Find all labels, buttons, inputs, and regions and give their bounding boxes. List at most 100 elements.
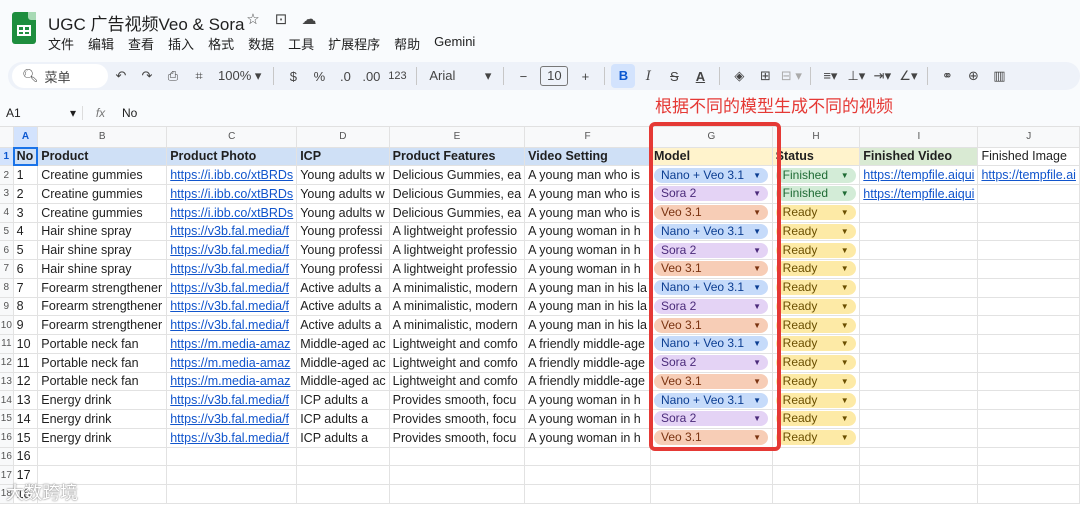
table-cell[interactable]: A young man in his la	[524, 278, 651, 298]
table-cell[interactable]: A lightweight professio	[389, 222, 526, 242]
table-cell[interactable]: Middle-aged ac	[296, 334, 390, 354]
table-cell[interactable]	[296, 484, 390, 504]
table-cell[interactable]: Young professi	[296, 240, 390, 260]
table-cell[interactable]	[772, 447, 861, 467]
text-wrapping-icon[interactable]: ⇥▾	[869, 68, 895, 84]
header-cell[interactable]: Finished Image	[977, 147, 1080, 167]
row-header[interactable]: 3	[0, 184, 14, 204]
model-cell[interactable]: Veo 3.1 ▼	[650, 372, 773, 392]
model-dropdown-chip[interactable]: Sora 2 ▼	[654, 242, 768, 258]
column-header-f[interactable]: F	[524, 127, 651, 148]
table-cell[interactable]	[977, 278, 1080, 298]
table-cell[interactable]	[977, 372, 1080, 392]
strikethrough-button[interactable]: S	[661, 69, 687, 84]
table-cell[interactable]: https://m.media-amaz	[166, 372, 298, 392]
table-cell[interactable]	[859, 203, 979, 223]
model-dropdown-chip[interactable]: Sora 2 ▼	[654, 298, 768, 314]
table-cell[interactable]: A young woman in h	[524, 409, 651, 429]
table-cell[interactable]	[296, 447, 390, 467]
status-cell[interactable]: Ready ▼	[772, 372, 861, 392]
table-cell[interactable]	[524, 465, 651, 485]
status-cell[interactable]: Ready ▼	[772, 315, 861, 335]
column-header-i[interactable]: I	[859, 127, 979, 148]
table-cell[interactable]	[977, 222, 1080, 242]
merge-cells-icon[interactable]: ⊟ ▾	[778, 68, 804, 84]
table-cell[interactable]: Lightweight and comfo	[389, 353, 526, 373]
row-header[interactable]: 9	[0, 297, 14, 317]
table-cell[interactable]: https://tempfile.ai	[977, 165, 1080, 185]
status-dropdown-chip[interactable]: Ready ▼	[775, 411, 856, 427]
model-dropdown-chip[interactable]: Sora 2 ▼	[654, 186, 768, 202]
row-header[interactable]: 2	[0, 165, 14, 185]
column-header-g[interactable]: G	[650, 127, 773, 148]
table-cell[interactable]: A young woman in h	[524, 259, 651, 279]
status-cell[interactable]: Finished ▼	[772, 184, 861, 204]
table-cell[interactable]: A young man in his la	[524, 297, 651, 317]
table-cell[interactable]: Middle-aged ac	[296, 353, 390, 373]
table-cell[interactable]: ICP adults a	[296, 390, 390, 410]
menu-item[interactable]: Gemini	[434, 34, 482, 53]
row-header[interactable]: 12	[0, 353, 14, 373]
table-cell[interactable]: ICP adults a	[296, 428, 390, 448]
status-dropdown-chip[interactable]: Ready ▼	[775, 430, 856, 446]
table-cell[interactable]	[389, 484, 526, 504]
move-folder-icon[interactable]: ⊡	[272, 10, 290, 28]
table-cell[interactable]: 4	[13, 222, 39, 242]
table-cell[interactable]: Hair shine spray	[37, 259, 168, 279]
horizontal-align-icon[interactable]: ≡▾	[817, 68, 843, 84]
table-cell[interactable]	[977, 353, 1080, 373]
model-cell[interactable]: Nano + Veo 3.1 ▼	[650, 222, 773, 242]
table-cell[interactable]: 14	[13, 409, 39, 429]
model-cell[interactable]: Nano + Veo 3.1 ▼	[650, 165, 773, 185]
table-cell[interactable]: https://i.ibb.co/xtBRDs	[166, 203, 298, 223]
table-cell[interactable]	[859, 297, 979, 317]
model-cell[interactable]: Sora 2 ▼	[650, 240, 773, 260]
status-dropdown-chip[interactable]: Ready ▼	[775, 373, 856, 389]
menu-item[interactable]: 编辑	[88, 34, 121, 53]
table-cell[interactable]: 12	[13, 372, 39, 392]
table-cell[interactable]: Middle-aged ac	[296, 372, 390, 392]
undo-icon[interactable]: ↶	[108, 68, 134, 84]
column-header-j[interactable]: J	[977, 127, 1080, 148]
table-cell[interactable]: Hair shine spray	[37, 222, 168, 242]
table-cell[interactable]	[166, 465, 298, 485]
text-rotation-icon[interactable]: ∠▾	[895, 68, 921, 84]
table-cell[interactable]: https://i.ibb.co/xtBRDs	[166, 165, 298, 185]
table-cell[interactable]: https://i.ibb.co/xtBRDs	[166, 184, 298, 204]
sheets-logo-icon[interactable]	[12, 12, 36, 44]
table-cell[interactable]	[977, 465, 1080, 485]
table-cell[interactable]: https://m.media-amaz	[166, 353, 298, 373]
table-cell[interactable]: Young adults w	[296, 184, 390, 204]
table-cell[interactable]	[859, 259, 979, 279]
table-cell[interactable]: https://v3b.fal.media/f	[166, 315, 298, 335]
name-box[interactable]: A1 ▾	[0, 106, 82, 120]
table-cell[interactable]	[859, 447, 979, 467]
model-cell[interactable]: Sora 2 ▼	[650, 409, 773, 429]
status-cell[interactable]: Ready ▼	[772, 240, 861, 260]
table-cell[interactable]: 9	[13, 315, 39, 335]
table-cell[interactable]	[859, 353, 979, 373]
table-cell[interactable]: Portable neck fan	[37, 353, 168, 373]
increase-font-size-icon[interactable]: +	[572, 69, 598, 84]
status-dropdown-chip[interactable]: Finished ▼	[775, 167, 856, 183]
row-header[interactable]: 4	[0, 203, 14, 223]
table-cell[interactable]	[859, 390, 979, 410]
status-dropdown-chip[interactable]: Ready ▼	[775, 242, 856, 258]
table-cell[interactable]: A young man who is	[524, 203, 651, 223]
table-cell[interactable]: A young woman in h	[524, 428, 651, 448]
header-cell[interactable]: Product	[37, 147, 168, 167]
table-cell[interactable]: Energy drink	[37, 409, 168, 429]
row-header[interactable]: 11	[0, 334, 14, 354]
status-dropdown-chip[interactable]: Ready ▼	[775, 336, 856, 352]
menu-item[interactable]: 查看	[128, 34, 161, 53]
table-cell[interactable]	[166, 447, 298, 467]
model-dropdown-chip[interactable]: Nano + Veo 3.1 ▼	[654, 280, 768, 296]
table-cell[interactable]: Delicious Gummies, ea	[389, 165, 526, 185]
status-cell[interactable]: Ready ▼	[772, 203, 861, 223]
status-cell[interactable]: Ready ▼	[772, 297, 861, 317]
table-cell[interactable]	[859, 465, 979, 485]
table-cell[interactable]	[859, 484, 979, 504]
header-cell[interactable]: Product Photo	[166, 147, 298, 167]
model-cell[interactable]: Nano + Veo 3.1 ▼	[650, 278, 773, 298]
table-cell[interactable]: 13	[13, 390, 39, 410]
